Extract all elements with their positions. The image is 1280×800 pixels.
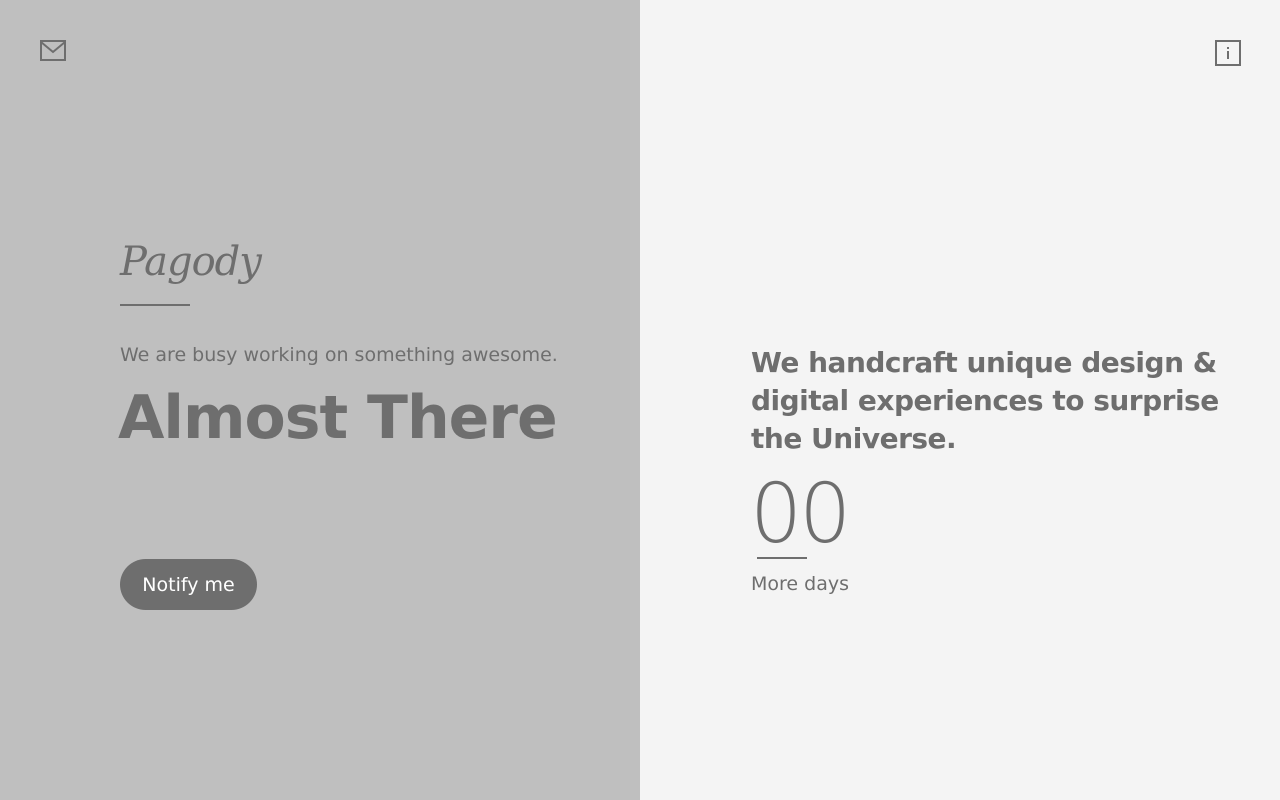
countdown-underline (757, 557, 807, 559)
logo-underline (120, 304, 190, 306)
left-panel: Pagody We are busy working on something … (0, 0, 640, 800)
page: Pagody We are busy working on something … (0, 0, 1280, 800)
notify-me-button[interactable]: Notify me (120, 559, 257, 610)
countdown-label: More days (751, 573, 849, 595)
tagline: We are busy working on something awesome… (120, 344, 558, 366)
countdown-value: 00 (750, 467, 851, 562)
about-headline: We handcraft unique design & digital exp… (751, 346, 1219, 455)
info-icon[interactable] (1215, 40, 1241, 66)
mail-icon[interactable] (40, 40, 66, 62)
logo: Pagody (120, 239, 262, 285)
page-title: Almost There (118, 383, 558, 453)
